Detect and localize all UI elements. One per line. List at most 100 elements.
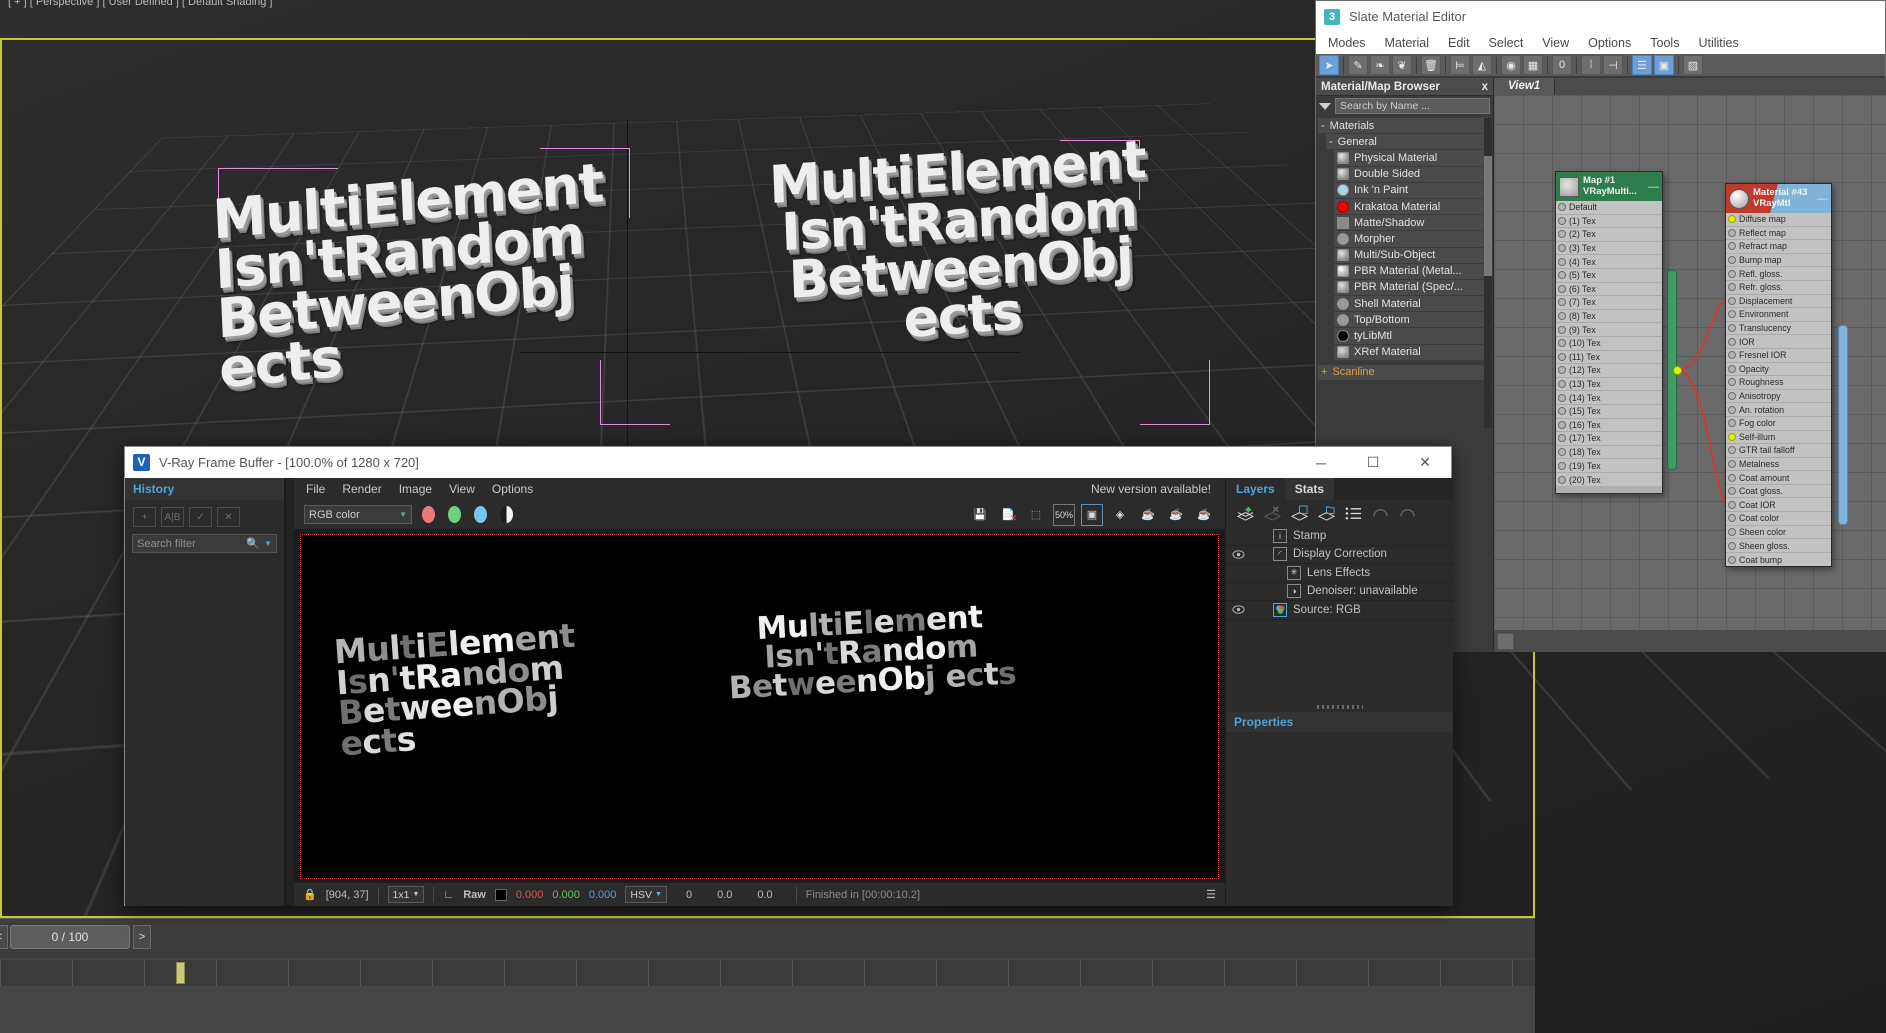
chevron-down-icon[interactable]: [1319, 102, 1331, 110]
node-slot[interactable]: Reflect map: [1726, 226, 1831, 241]
vfb-menu-view[interactable]: View: [449, 482, 475, 496]
node-slot[interactable]: (15) Tex: [1556, 404, 1662, 419]
browser-group-scanline[interactable]: + Scanline: [1318, 364, 1491, 381]
half-resolution-icon[interactable]: 50%: [1053, 503, 1075, 526]
load-layers-icon[interactable]: [1317, 505, 1336, 522]
search-input[interactable]: Search filter: [137, 538, 196, 550]
slot-socket-icon[interactable]: [1558, 393, 1566, 402]
node-slot[interactable]: (18) Tex: [1556, 445, 1662, 460]
slot-socket-icon[interactable]: [1728, 419, 1736, 428]
slot-socket-icon[interactable]: [1728, 351, 1736, 360]
vray-frame-buffer-window[interactable]: V V-Ray Frame Buffer - [100.0% of 1280 x…: [124, 446, 1453, 906]
time-slider-bar[interactable]: < 0 / 100 >: [0, 918, 1535, 958]
slot-socket-icon[interactable]: [1558, 257, 1566, 266]
node-slot[interactable]: (5) Tex: [1556, 268, 1662, 283]
vfb-layers-panel[interactable]: Layers Stats i Stamp ◜ Display Correctio…: [1225, 478, 1453, 906]
browser-item-physical-material[interactable]: Physical Material: [1334, 150, 1491, 167]
layer-row-stamp[interactable]: i Stamp: [1226, 527, 1453, 546]
node-slot[interactable]: (10) Tex: [1556, 336, 1662, 351]
slot-socket-icon[interactable]: [1558, 244, 1566, 253]
tab-stats[interactable]: Stats: [1284, 478, 1335, 500]
node-slot[interactable]: (4) Tex: [1556, 255, 1662, 269]
compare-ab-icon[interactable]: A|B: [161, 507, 184, 527]
sme-node-view[interactable]: View1 Map #1 VRayMulti... — Default (1) …: [1494, 78, 1886, 652]
node-thumbnail[interactable]: [1729, 188, 1749, 209]
node-material-43[interactable]: Material #43 VRayMtl — Diffuse map Refle…: [1725, 183, 1832, 568]
node-material-43-header[interactable]: Material #43 VRayMtl —: [1726, 184, 1831, 213]
node-slot[interactable]: (11) Tex: [1556, 350, 1662, 365]
graph-icon[interactable]: ⊣: [1603, 55, 1623, 75]
eye-icon[interactable]: [1232, 567, 1245, 578]
layer-row-display-correction[interactable]: ◜ Display Correction: [1226, 546, 1453, 564]
show-shaded-icon[interactable]: ◉: [1501, 55, 1521, 75]
node-slot[interactable]: (16) Tex: [1556, 418, 1662, 433]
save-layers-icon[interactable]: [1290, 505, 1309, 522]
slot-socket-icon[interactable]: [1558, 203, 1566, 212]
blue-channel-icon[interactable]: [470, 504, 490, 526]
eye-icon[interactable]: [1232, 530, 1245, 541]
eye-icon[interactable]: [1232, 604, 1245, 615]
layout-icon[interactable]: ⊨: [1450, 55, 1470, 75]
node-view-footer[interactable]: [1494, 630, 1886, 652]
wire-node-icon[interactable]: ❦: [1392, 55, 1412, 75]
slot-socket-icon[interactable]: [1728, 242, 1736, 251]
vfb-menu-render[interactable]: Render: [342, 482, 381, 496]
chevron-down-icon[interactable]: ▼: [399, 510, 407, 519]
node-slot[interactable]: An. rotation: [1726, 403, 1831, 417]
layers-splitter-handle[interactable]: [1226, 701, 1453, 712]
sme-menu-select[interactable]: Select: [1489, 36, 1524, 50]
slot-socket-icon[interactable]: [1728, 256, 1736, 265]
slot-socket-icon[interactable]: [1558, 216, 1566, 225]
node-slot[interactable]: Coat amount: [1726, 471, 1831, 485]
browser-item-double-sided[interactable]: Double Sided: [1334, 166, 1491, 183]
vfb-menu-options[interactable]: Options: [492, 482, 533, 496]
slot-socket-icon[interactable]: [1728, 392, 1736, 401]
chevron-down-icon[interactable]: ▼: [264, 539, 272, 548]
sme-menu-modes[interactable]: Modes: [1328, 36, 1366, 50]
node-slot[interactable]: Coat bump: [1726, 552, 1831, 567]
slot-socket-icon[interactable]: [1558, 312, 1566, 321]
tab-history[interactable]: History: [125, 478, 284, 500]
slot-socket-icon[interactable]: [1558, 284, 1566, 293]
slot-socket-icon[interactable]: [1558, 475, 1566, 484]
tab-layers[interactable]: Layers: [1226, 478, 1285, 500]
node-slot[interactable]: Coat gloss.: [1726, 484, 1831, 499]
slot-socket-icon[interactable]: [1558, 366, 1566, 375]
slot-socket-icon[interactable]: [1558, 325, 1566, 334]
slot-socket-icon[interactable]: [1728, 487, 1736, 496]
layer-row-lens-effects[interactable]: ✳ Lens Effects: [1226, 564, 1453, 583]
node-slot[interactable]: Refract map: [1726, 240, 1831, 254]
alpha-channel-icon[interactable]: [496, 504, 516, 526]
node-slot[interactable]: (20) Tex: [1556, 472, 1662, 487]
browser-group-general[interactable]: - General: [1326, 134, 1491, 151]
node-resize-handle[interactable]: [1556, 486, 1662, 494]
node-map-1[interactable]: Map #1 VRayMulti... — Default (1) Tex (2…: [1555, 171, 1663, 495]
region-render-icon[interactable]: ⬚: [1025, 504, 1047, 526]
select-arrow-icon[interactable]: ➤: [1319, 55, 1339, 75]
node-slot[interactable]: Opacity: [1726, 362, 1831, 377]
sme-menu-options[interactable]: Options: [1588, 36, 1631, 50]
node-slot[interactable]: (2) Tex: [1556, 228, 1662, 242]
navigator-toggle-icon[interactable]: [1497, 632, 1514, 650]
rendered-image[interactable]: MultiElement Isn'tRandom BetweenObj ects…: [300, 534, 1219, 879]
slot-socket-icon[interactable]: [1728, 541, 1736, 550]
slot-socket-icon[interactable]: [1558, 230, 1566, 239]
vfb-menubar[interactable]: File Render Image View Options New versi…: [294, 478, 1225, 500]
layers-toolbar[interactable]: [1226, 500, 1453, 527]
track-bar-key-marker[interactable]: [176, 962, 185, 984]
fill-icon[interactable]: ◭: [1472, 55, 1492, 75]
node-slot[interactable]: (1) Tex: [1556, 214, 1662, 229]
slot-socket-icon[interactable]: [1558, 339, 1566, 348]
close-button[interactable]: ✕: [1399, 447, 1451, 478]
sme-menu-material[interactable]: Material: [1385, 36, 1429, 50]
viewport-label[interactable]: [ + ] [ Perspective ] [ User Defined ] […: [8, 0, 272, 8]
node-graph-canvas[interactable]: Map #1 VRayMulti... — Default (1) Tex (2…: [1494, 95, 1886, 630]
node-slot[interactable]: IOR: [1726, 335, 1831, 349]
eyedropper-icon[interactable]: ✎: [1348, 55, 1368, 75]
render-icon[interactable]: ☕: [1165, 504, 1187, 526]
node-slot[interactable]: Fresnel IOR: [1726, 348, 1831, 363]
save-image-icon[interactable]: 💾: [969, 504, 991, 526]
tab-view1[interactable]: View1: [1494, 78, 1556, 95]
layer-row-denoiser[interactable]: ◑ Denoiser: unavailable: [1226, 583, 1453, 601]
track-bar-ticks[interactable]: [0, 960, 1535, 986]
